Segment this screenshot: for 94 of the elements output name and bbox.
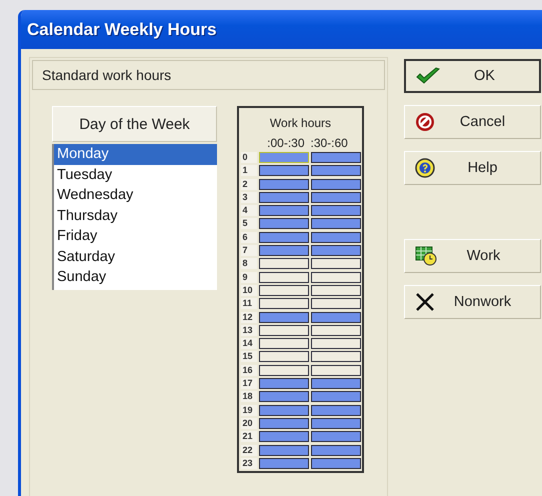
time-slot[interactable]: [310, 205, 360, 216]
hour-label: 1: [240, 165, 256, 176]
hour-label: 15: [240, 351, 256, 362]
time-slot[interactable]: [310, 192, 360, 203]
time-slot[interactable]: [258, 218, 308, 230]
section-title: Standard work hours: [32, 60, 385, 90]
hour-label: 5: [240, 218, 256, 230]
time-slot[interactable]: [310, 444, 360, 456]
time-slot[interactable]: [258, 284, 308, 296]
time-slot[interactable]: [258, 364, 308, 376]
hour-label: 13: [240, 324, 256, 336]
time-slot[interactable]: [310, 458, 360, 469]
hour-label: 14: [240, 338, 256, 350]
time-slot[interactable]: [310, 324, 360, 336]
time-slot[interactable]: [310, 178, 360, 190]
time-slot[interactable]: [258, 338, 308, 350]
hour-label: 19: [240, 404, 256, 416]
hour-label: 11: [240, 298, 256, 310]
time-slot[interactable]: [258, 351, 308, 362]
day-item[interactable]: Friday: [54, 226, 217, 246]
time-slot[interactable]: [258, 378, 308, 390]
close-icon: [415, 292, 435, 312]
hour-label: 20: [240, 418, 256, 429]
hour-label: 21: [240, 431, 256, 442]
time-slot[interactable]: [310, 351, 360, 362]
time-slot[interactable]: [310, 364, 360, 376]
hour-label: 18: [240, 391, 256, 402]
time-slot[interactable]: [258, 232, 308, 243]
panel-title: Work hours: [270, 116, 332, 130]
hour-label: 10: [240, 284, 256, 296]
checkmark-icon: [416, 67, 440, 85]
column-header[interactable]: Day of the Week: [52, 106, 217, 142]
day-list[interactable]: Monday Tuesday Wednesday Thursday Friday Saturday Sunday: [52, 144, 217, 290]
time-slot[interactable]: [310, 298, 360, 310]
time-slot[interactable]: [310, 418, 360, 429]
time-slot[interactable]: [258, 404, 308, 416]
hour-label: 3: [240, 192, 256, 203]
time-slot[interactable]: [310, 284, 360, 296]
help-icon: [415, 158, 435, 178]
time-slot[interactable]: [310, 258, 360, 270]
time-slot[interactable]: [310, 431, 360, 442]
time-slot[interactable]: [258, 458, 308, 469]
time-slot[interactable]: [258, 272, 308, 283]
nonwork-button[interactable]: Nonwork: [404, 285, 541, 319]
time-slot[interactable]: [310, 218, 360, 230]
time-slot[interactable]: [310, 338, 360, 350]
work-button[interactable]: Work: [404, 239, 541, 273]
calendar-clock-icon: [415, 246, 437, 266]
time-slot[interactable]: [310, 245, 360, 256]
window-title: Calendar Weekly Hours: [21, 10, 542, 49]
stop-icon: [415, 112, 435, 132]
time-slot[interactable]: [258, 245, 308, 256]
column-label: :30-:60: [310, 136, 348, 150]
time-slot[interactable]: [258, 391, 308, 402]
hour-label: 16: [240, 364, 256, 376]
time-slot[interactable]: [258, 324, 308, 336]
time-slot[interactable]: [310, 404, 360, 416]
hour-label: 7: [240, 245, 256, 256]
time-slot[interactable]: [310, 378, 360, 390]
hour-label: 9: [240, 272, 256, 283]
column-label: :00-:30: [267, 136, 304, 150]
day-item[interactable]: Sunday: [54, 267, 217, 288]
time-slot[interactable]: [258, 165, 308, 176]
hour-label: 8: [240, 258, 256, 270]
hour-label: 22: [240, 444, 256, 456]
ok-button[interactable]: OK: [404, 59, 541, 93]
time-slot[interactable]: [310, 312, 360, 323]
help-button[interactable]: Help: [404, 151, 541, 185]
cancel-button[interactable]: Cancel: [404, 105, 541, 139]
hour-label: 2: [240, 178, 256, 190]
time-slot[interactable]: [310, 272, 360, 283]
time-slot[interactable]: [310, 232, 360, 243]
time-slot[interactable]: [258, 258, 308, 270]
hour-label: 17: [240, 378, 256, 390]
time-slot[interactable]: [258, 192, 308, 203]
time-slot[interactable]: [258, 418, 308, 429]
time-slot[interactable]: [258, 444, 308, 456]
day-item[interactable]: Wednesday: [54, 185, 217, 206]
time-slot[interactable]: [258, 298, 308, 310]
day-item[interactable]: Saturday: [54, 246, 217, 267]
time-slot[interactable]: [310, 391, 360, 402]
hour-label: 12: [240, 312, 256, 323]
time-slot[interactable]: [258, 205, 308, 216]
time-slot[interactable]: [310, 165, 360, 176]
hour-label: 23: [240, 458, 256, 469]
time-slot[interactable]: [258, 431, 308, 442]
day-item[interactable]: Monday: [54, 144, 217, 164]
hour-label: 6: [240, 232, 256, 243]
hour-label: 0: [240, 152, 256, 163]
day-item[interactable]: Tuesday: [54, 164, 217, 185]
hour-label: 4: [240, 205, 256, 216]
day-item[interactable]: Thursday: [54, 206, 217, 226]
time-slot[interactable]: [258, 178, 308, 190]
time-slot[interactable]: [258, 312, 308, 323]
